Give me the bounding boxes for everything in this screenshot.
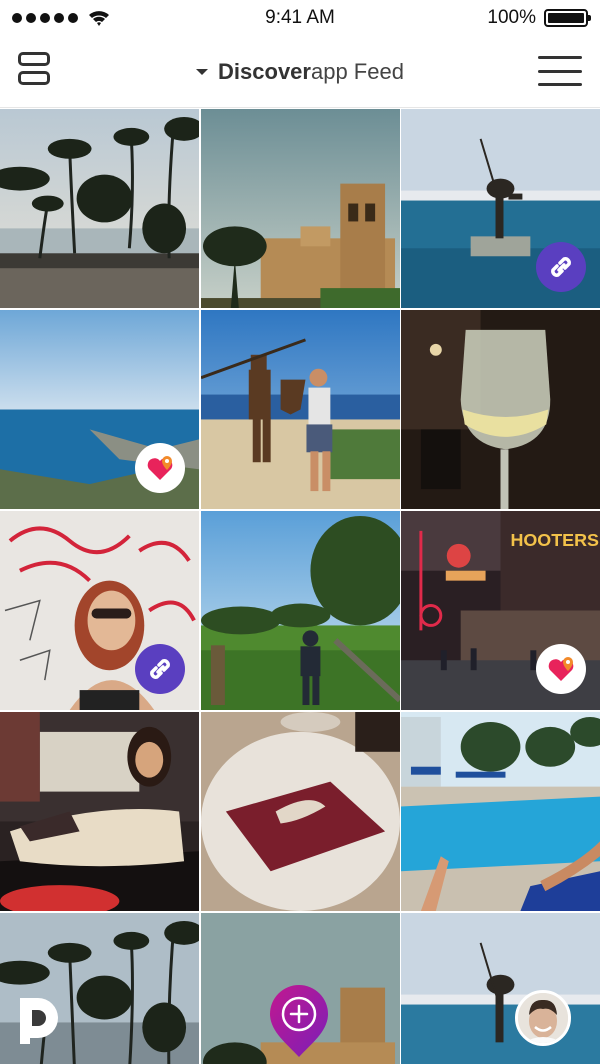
feed-title-dropdown[interactable]: Discoverapp Feed — [196, 59, 404, 85]
hamburger-menu-icon[interactable] — [538, 56, 582, 86]
feed-photo-palm-beach[interactable] — [0, 109, 199, 308]
link-icon[interactable] — [135, 644, 185, 694]
profile-avatar[interactable] — [515, 990, 571, 1046]
feed-photo-sofa[interactable] — [0, 712, 199, 911]
signal-dots-icon — [12, 9, 110, 27]
photo-feed-grid: HOOTERS — [0, 109, 600, 1064]
feed-photo-resort-pool[interactable] — [401, 712, 600, 911]
discover-d-logo-icon[interactable] — [18, 994, 62, 1044]
feed-photo-knight[interactable] — [200, 310, 400, 509]
page-title-bold: Discover — [218, 58, 311, 84]
caret-down-icon — [196, 68, 209, 75]
page-title-rest: app Feed — [310, 58, 404, 84]
hooters-sign-text: HOOTERS — [510, 530, 599, 550]
layout-toggle-icon[interactable] — [18, 52, 52, 86]
battery-icon — [544, 9, 591, 27]
feed-photo-marina[interactable] — [401, 109, 600, 308]
status-bar: 9:41 AM 100% — [0, 0, 600, 36]
battery-percent: 100% — [487, 7, 536, 28]
feed-photo-marina-2[interactable] — [401, 913, 600, 1064]
feed-photo-wine-glass[interactable] — [401, 310, 600, 509]
feed-photo-green-field[interactable] — [200, 511, 400, 710]
wifi-icon — [89, 11, 109, 26]
link-icon[interactable] — [536, 242, 586, 292]
add-pin-icon[interactable] — [268, 983, 330, 1059]
nav-bar: Discoverapp Feed — [0, 36, 600, 108]
heart-pin-icon[interactable] — [135, 443, 185, 493]
heart-pin-icon[interactable] — [536, 644, 586, 694]
feed-photo-coast[interactable] — [0, 310, 199, 509]
feed-photo-plate[interactable] — [200, 712, 400, 911]
feed-photo-church[interactable] — [200, 109, 400, 308]
feed-photo-hooters-street[interactable]: HOOTERS — [401, 511, 600, 710]
feed-photo-graffiti-wall[interactable] — [0, 511, 199, 710]
